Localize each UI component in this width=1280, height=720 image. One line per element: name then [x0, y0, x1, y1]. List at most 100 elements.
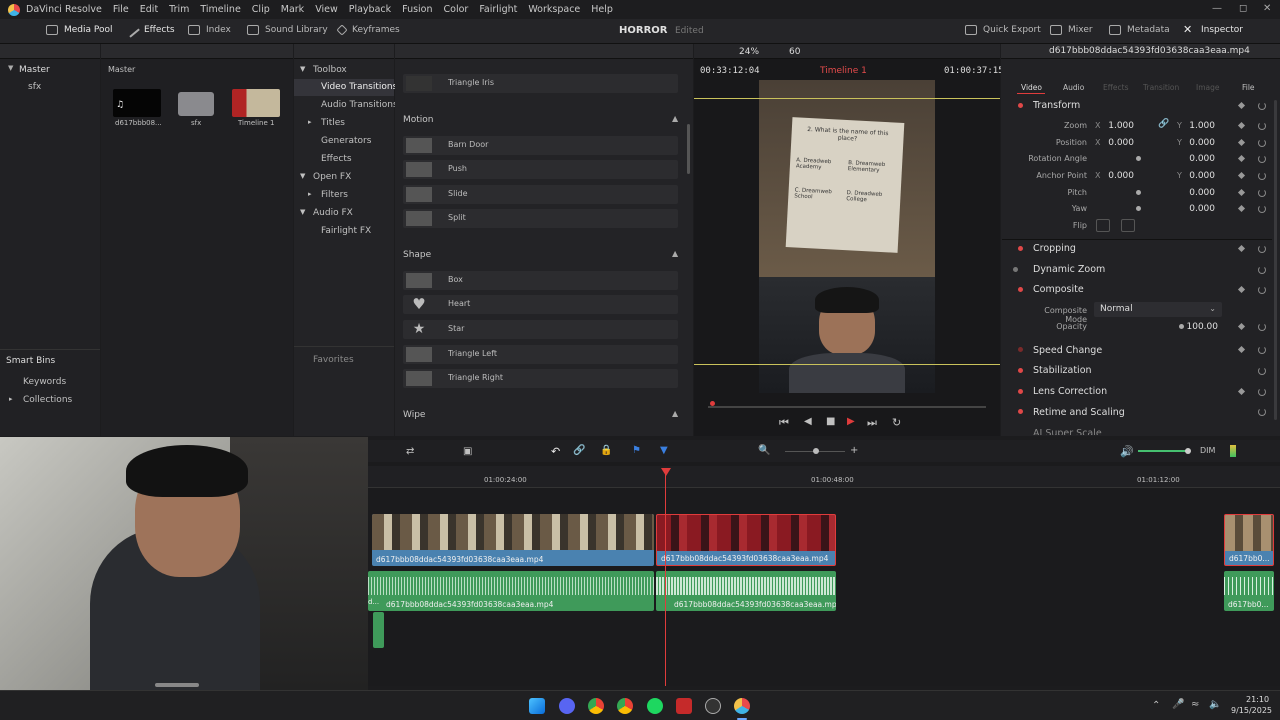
enable-dot[interactable] — [1018, 287, 1023, 292]
tab-image[interactable]: Image — [1196, 83, 1220, 92]
transition-barn-door[interactable]: Barn Door — [403, 136, 678, 155]
zoom-in-icon[interactable]: + — [850, 445, 858, 456]
keyframes-button[interactable]: Keyframes — [336, 24, 400, 36]
metadata-button[interactable]: Metadata — [1109, 25, 1170, 35]
media-app-icon[interactable] — [676, 698, 692, 714]
reset-icon[interactable] — [1258, 266, 1266, 274]
section-transform[interactable]: Transform — [1033, 100, 1080, 111]
enable-dot[interactable] — [1018, 103, 1023, 108]
section-lens-correction[interactable]: Lens Correction — [1033, 386, 1107, 397]
smart-bin-collections[interactable]: Collections — [23, 395, 72, 405]
snapping-icon[interactable]: ↶ — [551, 445, 560, 458]
enable-dot[interactable] — [1018, 409, 1023, 414]
menu-workspace[interactable]: Workspace — [528, 4, 580, 15]
flip-horizontal-icon[interactable] — [1096, 219, 1110, 232]
clock-time[interactable]: 21:10 — [1246, 695, 1269, 704]
menu-fairlight[interactable]: Fairlight — [479, 4, 517, 15]
anchor-x-value[interactable]: 0.000 — [1094, 171, 1134, 181]
sound-library-button[interactable]: Sound Library — [247, 25, 328, 35]
tree-item-titles[interactable]: Titles — [321, 118, 345, 128]
reset-icon[interactable] — [1258, 367, 1266, 375]
chrome-icon[interactable] — [588, 698, 604, 714]
menu-mark[interactable]: Mark — [281, 4, 304, 15]
settings-icon[interactable] — [705, 698, 721, 714]
tree-item-generators[interactable]: Generators — [321, 136, 371, 146]
section-retime-scaling[interactable]: Retime and Scaling — [1033, 407, 1125, 418]
chevron-down-icon[interactable]: ▼ — [300, 65, 305, 73]
skip-end-icon[interactable]: ⏭ — [867, 416, 877, 430]
yaw-slider[interactable] — [1136, 206, 1141, 211]
toolbox-item[interactable]: Toolbox — [313, 65, 347, 75]
reset-icon[interactable] — [1258, 189, 1266, 197]
reset-icon[interactable] — [1258, 172, 1266, 180]
chevron-down-icon[interactable]: ▼ — [300, 208, 305, 216]
chevron-up-icon[interactable]: ▲ — [672, 409, 678, 418]
zoom-level[interactable]: 24% — [739, 47, 759, 57]
scrubber-playhead[interactable] — [710, 401, 715, 406]
position-y-value[interactable]: 0.000 — [1175, 138, 1215, 148]
bin-sfx[interactable]: sfx — [28, 82, 41, 92]
reset-icon[interactable] — [1258, 102, 1266, 110]
audio-clip[interactable]: d617bb0... — [1224, 571, 1274, 611]
section-speed-change[interactable]: Speed Change — [1033, 345, 1102, 356]
scrollbar[interactable] — [687, 124, 690, 174]
menu-view[interactable]: View — [315, 4, 338, 15]
wifi-icon[interactable]: ≈ — [1191, 699, 1199, 710]
transition-triangle-iris[interactable]: Triangle Iris — [403, 74, 678, 93]
reset-icon[interactable] — [1258, 346, 1266, 354]
playhead-handle[interactable] — [661, 468, 671, 476]
clip-thumbnail[interactable]: ♫ — [113, 89, 161, 117]
reset-icon[interactable] — [1258, 408, 1266, 416]
enable-dot[interactable] — [1018, 246, 1023, 251]
tab-audio[interactable]: Audio — [1063, 83, 1084, 92]
section-dynamic-zoom[interactable]: Dynamic Zoom — [1033, 264, 1105, 275]
tree-item-effects[interactable]: Effects — [321, 154, 352, 164]
flag-icon[interactable]: ⚑ — [632, 445, 641, 456]
anchor-y-value[interactable]: 0.000 — [1175, 171, 1215, 181]
chevron-right-icon[interactable]: ▸ — [308, 118, 312, 126]
skip-start-icon[interactable]: ⏮ — [779, 416, 789, 430]
chevron-right-icon[interactable]: ▸ — [308, 190, 312, 198]
windows-start-icon[interactable] — [529, 698, 545, 714]
trim-tool-icon[interactable]: ⇄ — [406, 446, 414, 457]
reset-icon[interactable] — [1258, 139, 1266, 147]
minimize-icon[interactable]: — — [1212, 3, 1222, 14]
tab-transition[interactable]: Transition — [1143, 83, 1179, 92]
zoom-x-value[interactable]: 1.000 — [1094, 121, 1134, 131]
reset-icon[interactable] — [1258, 205, 1266, 213]
dim-button[interactable]: DIM — [1200, 446, 1215, 455]
mixer-button[interactable]: Mixer — [1050, 25, 1093, 35]
menu-edit[interactable]: Edit — [140, 4, 158, 15]
audio-clip[interactable]: d617bbb08ddac54393fd03638caa3eaa.mp4 — [368, 571, 654, 611]
section-ai-super-scale[interactable]: AI Super Scale — [1033, 428, 1102, 435]
video-clip[interactable]: d617bb0... — [1224, 514, 1274, 566]
transition-split[interactable]: Split — [403, 209, 678, 228]
video-frame[interactable]: 2. What is the name of this place? A. Dr… — [759, 80, 935, 393]
tree-item-video-transitions[interactable]: Video Transitions — [321, 82, 397, 92]
reset-icon[interactable] — [1258, 122, 1266, 130]
webcam-scrollbar[interactable] — [155, 683, 199, 687]
spotify-icon[interactable] — [647, 698, 663, 714]
chevron-down-icon[interactable]: ▼ — [300, 172, 305, 180]
pitch-slider[interactable] — [1136, 190, 1141, 195]
loop-icon[interactable]: ↻ — [892, 416, 901, 429]
maximize-icon[interactable]: ◻ — [1239, 3, 1247, 14]
speaker-icon[interactable]: 🔈 — [1209, 699, 1221, 710]
volume-handle[interactable] — [1185, 448, 1191, 454]
section-shape[interactable]: Shape — [403, 250, 431, 260]
transition-box[interactable]: Box — [403, 271, 678, 290]
media-pool-button[interactable]: Media Pool — [46, 25, 113, 35]
pitch-value[interactable]: 0.000 — [1175, 188, 1215, 198]
marker-icon[interactable]: ▼ — [660, 445, 668, 456]
transition-star[interactable]: ★ Star — [403, 320, 678, 339]
tab-file[interactable]: File — [1242, 83, 1255, 92]
video-clip-selected[interactable]: d617bbb08ddac54393fd03638caa3eaa.mp4 — [656, 514, 836, 566]
audio-clip[interactable]: d617bbb08ddac54393fd03638caa3eaa.mp4 — [656, 571, 836, 611]
tree-item-open-fx[interactable]: Open FX — [313, 172, 351, 182]
menu-fusion[interactable]: Fusion — [402, 4, 432, 15]
tree-item-audio-fx[interactable]: Audio FX — [313, 208, 353, 218]
enable-dot[interactable] — [1018, 389, 1023, 394]
play-reverse-icon[interactable]: ◀ — [804, 416, 812, 427]
quick-export-button[interactable]: Quick Export — [965, 25, 1041, 35]
zoom-slider-handle[interactable] — [813, 448, 819, 454]
